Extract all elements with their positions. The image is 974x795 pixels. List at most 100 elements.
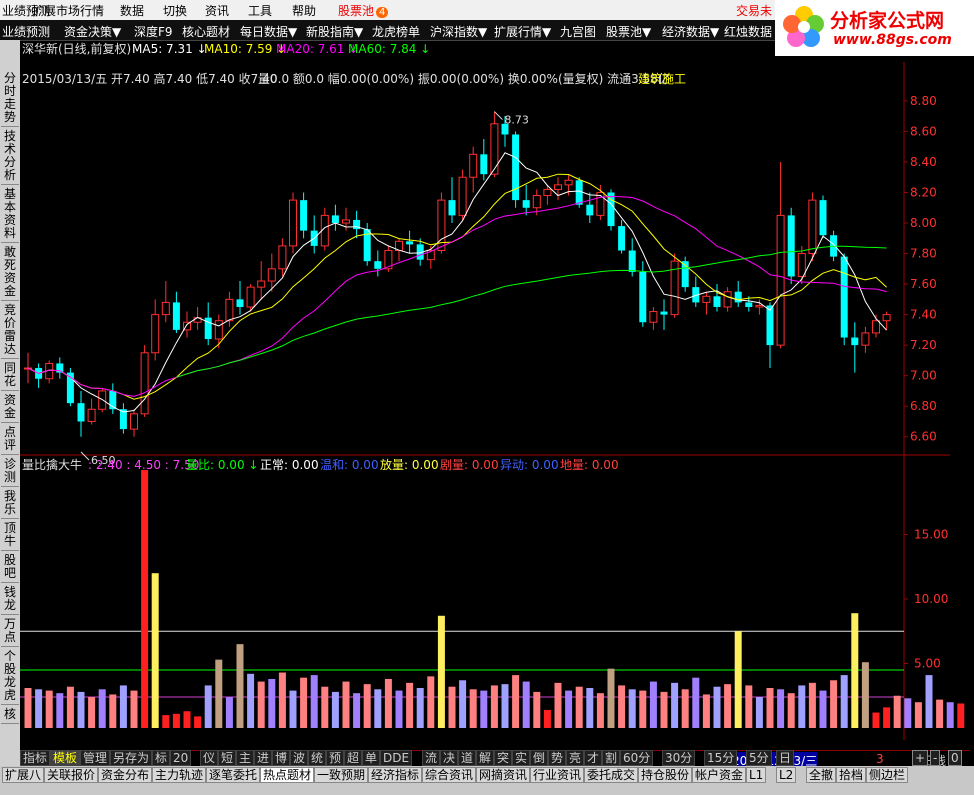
vol-tick-label: 5.00 (914, 657, 941, 671)
nav-button[interactable]: - (930, 750, 941, 766)
function-tab[interactable]: 网摘资讯 (476, 767, 531, 783)
indicator-tab[interactable]: 另存为 (110, 750, 153, 766)
indicator-tab[interactable]: DDE (380, 750, 413, 766)
y-tick-label: 7.80 (910, 247, 937, 261)
sidebar-tab[interactable]: 顶牛 (1, 522, 19, 551)
sidebar-tab[interactable]: 核 (1, 708, 19, 724)
indicator-tab[interactable]: 解 (476, 750, 495, 766)
toolbar-item[interactable]: 龙虎榜单 (372, 23, 420, 40)
sidebar-tab[interactable]: 资金 (1, 394, 19, 423)
indicator-tab[interactable]: 短 (218, 750, 237, 766)
nav-button[interactable]: + (912, 750, 929, 766)
menu-item[interactable]: 数据 (120, 2, 144, 19)
sidebar-tab[interactable]: 万点 (1, 618, 19, 647)
indicator-tab[interactable]: 统 (308, 750, 327, 766)
menu-item[interactable]: 资讯 (205, 2, 229, 19)
indicator-tab[interactable]: 5分 (746, 750, 772, 766)
function-tab[interactable]: 帐户资金 (692, 767, 747, 783)
level-label-2: 放量: 0.00 (380, 457, 439, 472)
indicator-tab[interactable]: 仪 (200, 750, 219, 766)
ratio-bar (660, 691, 668, 728)
toolbar-item[interactable]: 每日数据▼ (240, 23, 297, 40)
indicator-tab[interactable]: 20 (170, 750, 192, 766)
function-tab[interactable]: 扩展八 (2, 767, 45, 783)
sidebar-tab[interactable]: 钱龙 (1, 586, 19, 615)
toolbar-item[interactable]: 核心题材 (182, 23, 230, 40)
indicator-tab[interactable]: 日 (776, 750, 795, 766)
function-tab[interactable]: 全撤 (806, 767, 837, 783)
sidebar-tab[interactable]: 我乐 (1, 490, 19, 519)
menu-item[interactable]: 帮助 (292, 2, 316, 19)
sidebar-tab[interactable]: 点评 (1, 426, 19, 455)
indicator-tab[interactable]: 势 (548, 750, 567, 766)
indicator-tab[interactable]: 决 (440, 750, 459, 766)
indicator-tab[interactable]: 主 (236, 750, 255, 766)
function-tab[interactable]: 热点题材 (260, 767, 315, 783)
toolbar-item[interactable]: 经济数据▼ (662, 23, 719, 40)
toolbar-item[interactable]: 新股指南▼ (306, 23, 363, 40)
indicator-tab[interactable]: 30分 (662, 750, 696, 766)
ratio-bar (374, 689, 382, 728)
indicator-tab[interactable]: 进 (254, 750, 273, 766)
indicator-tab[interactable]: 博 (272, 750, 291, 766)
sidebar-tab[interactable]: 个股龙虎 (1, 650, 19, 705)
sidebar-tab[interactable]: 分时走势 (1, 72, 19, 127)
menu-item[interactable]: 扩展市场行情 (32, 2, 104, 19)
indicator-tab[interactable]: 标 (152, 750, 171, 766)
ratio-bar (883, 707, 891, 728)
function-tab[interactable]: 关联报价 (44, 767, 99, 783)
function-tab[interactable]: 主力轨迹 (152, 767, 207, 783)
indicator-tab[interactable]: 亮 (566, 750, 585, 766)
function-tab[interactable]: 行业资讯 (530, 767, 585, 783)
function-tab[interactable]: 经济指标 (368, 767, 423, 783)
function-tab[interactable]: 综合资讯 (422, 767, 477, 783)
indicator-tab[interactable]: 流 (422, 750, 441, 766)
toolbar-item[interactable]: 九宫图 (560, 23, 596, 40)
function-tab[interactable]: 持仓股份 (638, 767, 693, 783)
indicator-tab[interactable]: 割 (602, 750, 621, 766)
indicator-tab[interactable]: 道 (458, 750, 477, 766)
toolbar-item[interactable]: 红烛数据 (724, 23, 772, 40)
indicator-tab[interactable]: 15分 (704, 750, 738, 766)
indicator-tab[interactable]: 预 (326, 750, 345, 766)
toolbar-item[interactable]: 股票池▼ (606, 23, 651, 40)
function-tab[interactable]: 委托成交 (584, 767, 639, 783)
toolbar-item[interactable]: 沪深指数▼ (430, 23, 487, 40)
sidebar-tab[interactable]: 同花 (1, 362, 19, 391)
indicator-tab[interactable]: 突 (494, 750, 513, 766)
indicator-tab[interactable]: 模板 (50, 750, 81, 766)
function-tab[interactable]: 侧边栏 (866, 767, 909, 783)
toolbar-item[interactable]: 扩展行情▼ (494, 23, 551, 40)
sidebar-tab[interactable]: 技术分析 (1, 130, 19, 185)
sidebar-tab[interactable]: 基本资料 (1, 188, 19, 243)
nav-button[interactable]: 0 (948, 750, 962, 766)
menu-item[interactable]: 工具 (248, 2, 272, 19)
indicator-tab[interactable]: 波 (290, 750, 309, 766)
function-tab[interactable]: 逐笔委托 (206, 767, 261, 783)
sidebar-tab[interactable]: 诊测 (1, 458, 19, 487)
sidebar-tab[interactable]: 敢死资金 (1, 246, 19, 301)
menu-item[interactable]: 切换 (163, 2, 187, 19)
sidebar-tab[interactable]: 股吧 (1, 554, 19, 583)
indicator-tab[interactable]: 实 (512, 750, 531, 766)
toolbar-item[interactable]: 资金决策▼ (64, 23, 121, 40)
toolbar-item[interactable]: 业绩预测 (2, 23, 50, 40)
indicator-tab[interactable]: 倒 (530, 750, 549, 766)
function-tab[interactable]: L1 (746, 767, 767, 783)
indicator-tab[interactable]: 指标 (20, 750, 51, 766)
indicator-tab[interactable]: 管理 (80, 750, 111, 766)
toolbar-item[interactable]: 深度F9 (134, 23, 173, 40)
indicator-tab[interactable]: 超 (344, 750, 363, 766)
function-tab[interactable]: 资金分布 (98, 767, 153, 783)
menu-item[interactable]: 交易未 (736, 2, 772, 19)
indicator-tab[interactable]: 才 (584, 750, 603, 766)
function-tab[interactable]: L2 (776, 767, 797, 783)
function-tab[interactable]: 一致预期 (314, 767, 369, 783)
indicator-tab[interactable]: 60分 (620, 750, 654, 766)
ratio-bar (331, 691, 339, 728)
menu-item[interactable]: 股票池 4 (338, 2, 389, 19)
ratio-bar (416, 688, 424, 728)
function-tab[interactable]: 拾档 (836, 767, 867, 783)
sidebar-tab[interactable]: 竞价雷达 (1, 304, 19, 359)
indicator-tab[interactable]: 单 (362, 750, 381, 766)
